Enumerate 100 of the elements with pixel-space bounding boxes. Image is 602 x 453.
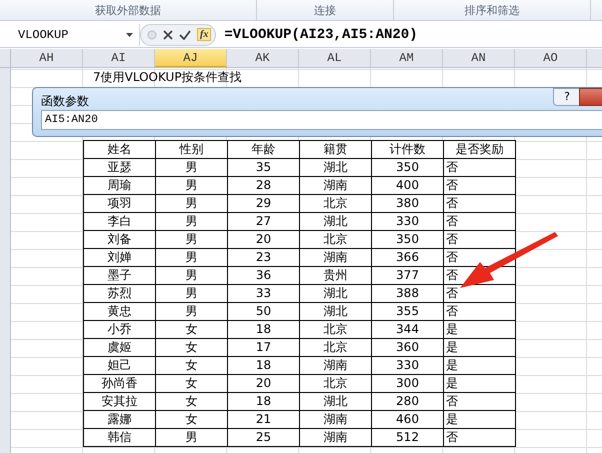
table-cell: 女 xyxy=(156,392,228,410)
circle-icon xyxy=(147,30,157,40)
table-cell: 21 xyxy=(228,410,300,428)
column-header[interactable]: AJ xyxy=(155,49,227,67)
column-heading: 籍贯 xyxy=(300,140,372,158)
table-cell: 贵州 xyxy=(300,266,372,284)
table-cell: 刘备 xyxy=(84,230,156,248)
table-cell: 北京 xyxy=(300,194,372,212)
table-cell: 460 xyxy=(372,410,444,428)
table-cell: 366 xyxy=(372,248,444,266)
table-cell: 50 xyxy=(228,302,300,320)
table-cell: 是 xyxy=(444,338,516,356)
table-cell: 29 xyxy=(228,194,300,212)
dialog-title: 函数参数 xyxy=(41,93,89,110)
table-cell: 北京 xyxy=(300,338,372,356)
table-cell: 项羽 xyxy=(84,194,156,212)
column-header[interactable]: AM xyxy=(371,49,443,67)
table-cell: 男 xyxy=(156,158,228,176)
table-cell: 黄忠 xyxy=(84,302,156,320)
cancel-icon[interactable] xyxy=(163,30,173,40)
table-cell: 湖北 xyxy=(300,284,372,302)
table-cell: 北京 xyxy=(300,320,372,338)
arrow-icon xyxy=(458,231,560,291)
table-cell: 23 xyxy=(228,248,300,266)
formula-text[interactable]: =VLOOKUP(AI23,AI5:AN20) xyxy=(224,26,418,42)
column-header[interactable]: AL xyxy=(299,49,371,67)
table-cell: 否 xyxy=(444,302,516,320)
table-cell: 刘婵 xyxy=(84,248,156,266)
table-cell: 36 xyxy=(228,266,300,284)
table-cell: 400 xyxy=(372,176,444,194)
table-cell: 是 xyxy=(444,374,516,392)
table-cell: 330 xyxy=(372,212,444,230)
table-cell: 孙尚香 xyxy=(84,374,156,392)
table-cell: 350 xyxy=(372,158,444,176)
help-button[interactable]: ? xyxy=(553,88,581,106)
checkmark-icon[interactable] xyxy=(179,30,191,40)
name-box[interactable]: VLOOKUP xyxy=(0,24,140,46)
column-heading: 姓名 xyxy=(84,140,156,158)
table-cell: 380 xyxy=(372,194,444,212)
table-cell: 否 xyxy=(444,428,516,446)
table-cell: 否 xyxy=(444,392,516,410)
table-cell: 男 xyxy=(156,248,228,266)
table-cell: 否 xyxy=(444,158,516,176)
table-cell: 李白 xyxy=(84,212,156,230)
table-cell: 17 xyxy=(228,338,300,356)
sheet-title: 7使用VLOOKUP按条件查找 xyxy=(92,69,243,86)
column-heading: 计件数 xyxy=(372,140,444,158)
table-cell: 377 xyxy=(372,266,444,284)
table-cell: 是 xyxy=(444,320,516,338)
table-cell: 33 xyxy=(228,284,300,302)
table-cell: 27 xyxy=(228,212,300,230)
table-cell: 女 xyxy=(156,356,228,374)
column-heading: 性别 xyxy=(156,140,228,158)
table-cell: 湖南 xyxy=(300,428,372,446)
table-cell: 湖北 xyxy=(300,212,372,230)
column-header[interactable]: AK xyxy=(227,49,299,67)
table-cell: 安其拉 xyxy=(84,392,156,410)
column-heading: 是否奖励 xyxy=(444,140,516,158)
dropdown-caret-icon[interactable] xyxy=(126,32,133,36)
table-cell: 男 xyxy=(156,230,228,248)
table-cell: 20 xyxy=(228,374,300,392)
column-heading: 年龄 xyxy=(228,140,300,158)
table-cell: 苏烈 xyxy=(84,284,156,302)
column-header[interactable]: AN xyxy=(443,49,515,67)
table-cell: 18 xyxy=(228,320,300,338)
column-header[interactable]: AO xyxy=(515,49,587,67)
table-cell: 北京 xyxy=(300,374,372,392)
table-cell: 35 xyxy=(228,158,300,176)
table-cell: 是 xyxy=(444,356,516,374)
table-cell: 男 xyxy=(156,428,228,446)
column-header[interactable]: AH xyxy=(11,49,83,67)
table-cell: 360 xyxy=(372,338,444,356)
table-cell: 否 xyxy=(444,212,516,230)
table-cell: 湖南 xyxy=(300,356,372,374)
table-cell: 男 xyxy=(156,176,228,194)
table-cell: 300 xyxy=(372,374,444,392)
table-cell: 周瑜 xyxy=(84,176,156,194)
table-cell: 否 xyxy=(444,194,516,212)
ribbon-group-label: 排序和筛选 xyxy=(394,0,591,20)
insert-function-button[interactable]: fx xyxy=(197,28,212,41)
table-cell: 湖北 xyxy=(300,302,372,320)
ribbon-group-label: 获取外部数据 xyxy=(0,0,257,20)
table-cell: 男 xyxy=(156,266,228,284)
name-box-text: VLOOKUP xyxy=(18,28,68,42)
table-cell: 湖南 xyxy=(300,248,372,266)
table-cell: 是 xyxy=(444,410,516,428)
table-cell: 湖北 xyxy=(300,158,372,176)
table-cell: 露娜 xyxy=(84,410,156,428)
table-cell: 湖南 xyxy=(300,410,372,428)
table-cell: 25 xyxy=(228,428,300,446)
table-cell: 男 xyxy=(156,302,228,320)
range-input-field[interactable]: AI5:AN20 xyxy=(41,110,602,130)
table-cell: 湖北 xyxy=(300,392,372,410)
table-cell: 北京 xyxy=(300,230,372,248)
table-cell: 18 xyxy=(228,392,300,410)
table-cell: 亚瑟 xyxy=(84,158,156,176)
table-cell: 355 xyxy=(372,302,444,320)
table-cell: 350 xyxy=(372,230,444,248)
table-cell: 女 xyxy=(156,320,228,338)
table-cell: 小乔 xyxy=(84,320,156,338)
